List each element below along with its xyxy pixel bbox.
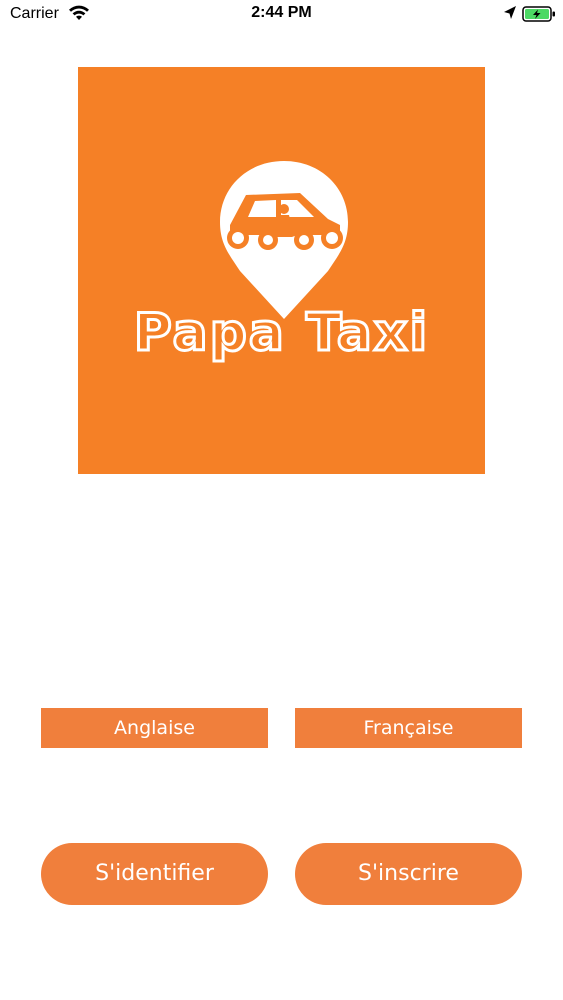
battery-charging-icon	[522, 6, 555, 22]
english-language-button[interactable]: Anglaise	[41, 708, 268, 748]
french-language-button[interactable]: Française	[295, 708, 522, 748]
app-logo: Papa Taxi	[78, 67, 485, 474]
status-time: 2:44 PM	[251, 4, 312, 21]
register-button[interactable]: S'inscrire	[295, 843, 522, 905]
map-pin-car-motorbike-icon	[220, 161, 348, 319]
brand-name: Papa Taxi	[132, 302, 430, 365]
status-bar: Carrier 2:44 PM	[0, 0, 563, 30]
location-arrow-icon	[504, 6, 516, 19]
login-button[interactable]: S'identifier	[41, 843, 268, 905]
